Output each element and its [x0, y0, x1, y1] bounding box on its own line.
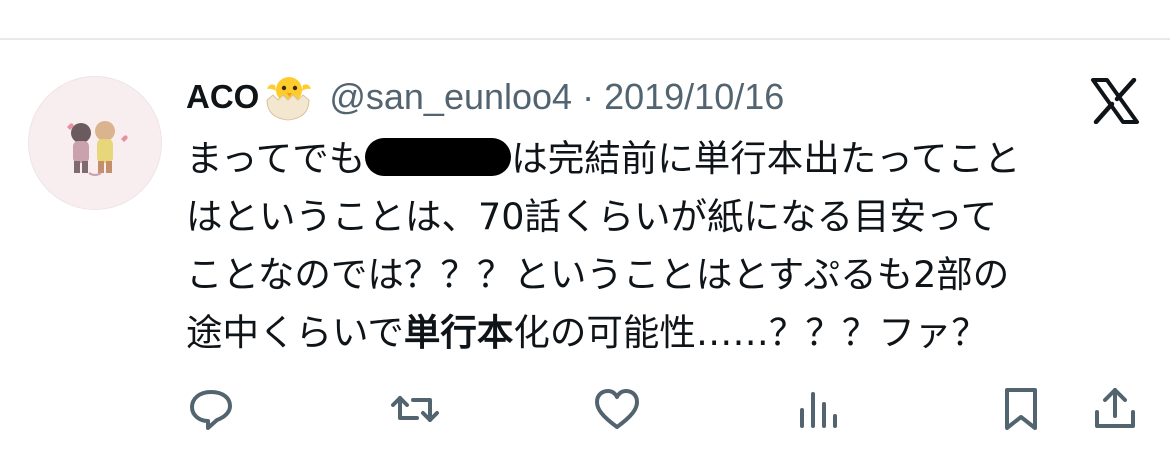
tweet-line-3: ことなのでは？？？ということはとすぷるも2部の: [186, 253, 1010, 296]
tweet-text: まってでも は完結前に単行本出たってこと はということは、70話くらいが紙になる目…: [186, 130, 1126, 362]
tweet-line-2: はということは、70話くらいが紙になる目安って: [186, 195, 998, 238]
like-icon[interactable]: [592, 384, 642, 434]
user-handle[interactable]: @san_eunloo4: [329, 76, 572, 118]
avatar-illustration: [29, 77, 161, 209]
action-bar: [0, 384, 1170, 434]
retweet-icon[interactable]: [390, 384, 440, 434]
x-logo-icon[interactable]: [1090, 77, 1140, 125]
views-icon[interactable]: [794, 384, 844, 434]
tweet-text-bold-segment: 単行本: [403, 311, 514, 354]
tweet-line-1: まってでも は完結前に単行本出たってこと: [186, 130, 1126, 188]
redaction-block: [365, 138, 512, 176]
bookmark-icon[interactable]: [996, 384, 1046, 434]
display-name[interactable]: ACO: [186, 78, 259, 116]
separator-dot: ·: [582, 76, 595, 117]
hatching-chick-icon: [259, 72, 317, 122]
tweet-text-segment: は完結前に単行本出たってこと: [511, 137, 1021, 180]
tweet-line-4: 途中くらいで単行本化の可能性……？？？ファ？: [186, 304, 1126, 362]
reply-icon[interactable]: [186, 384, 236, 434]
tweet-text-segment: 化の可能性……？？？ファ？: [513, 311, 988, 354]
tweet-text-segment: 途中くらいで: [186, 311, 404, 354]
tweet-date[interactable]: 2019/10/16: [604, 76, 784, 118]
tweet-text-segment: まってでも: [186, 137, 366, 180]
top-divider: [0, 38, 1170, 40]
share-icon[interactable]: [1090, 384, 1140, 434]
tweet-header: ACO @san_eunloo4 · 2019/10/16: [186, 72, 784, 122]
avatar[interactable]: [28, 76, 162, 210]
